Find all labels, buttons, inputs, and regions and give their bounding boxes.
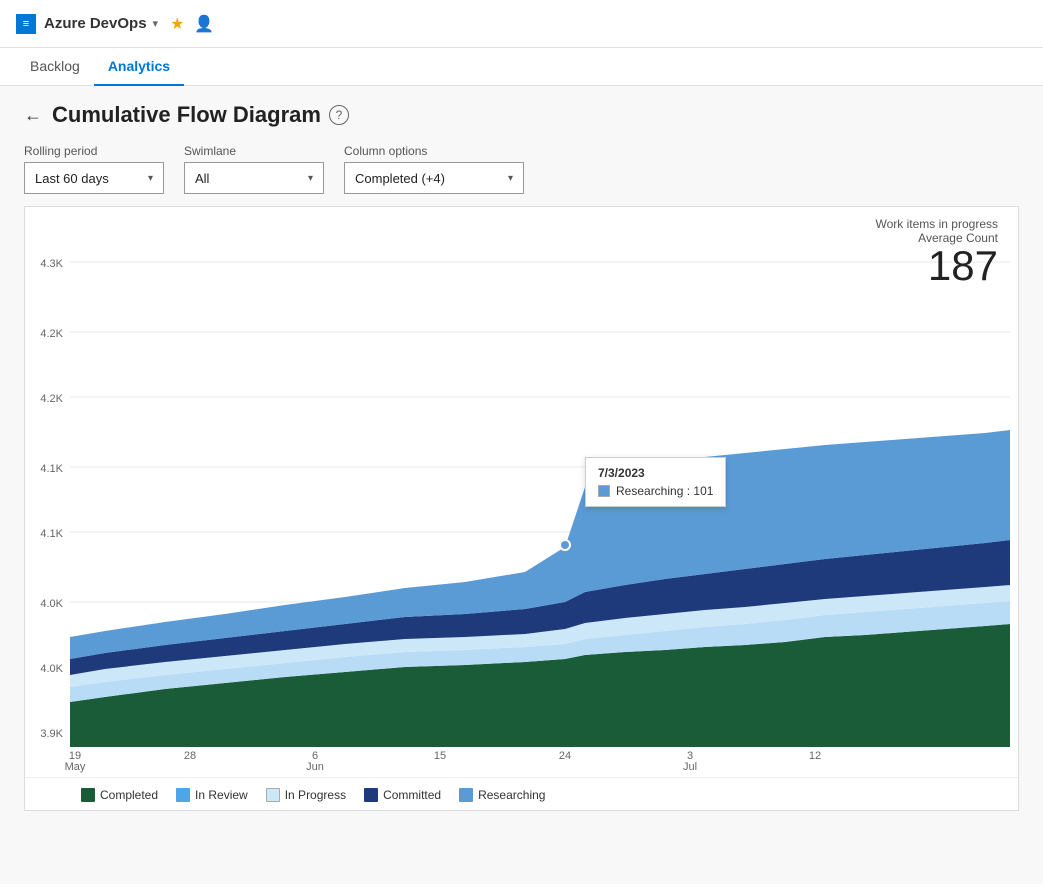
svg-text:4.3K: 4.3K [40, 258, 63, 270]
svg-text:12: 12 [809, 750, 821, 762]
nav-tabs: Backlog Analytics [0, 48, 1043, 86]
in-review-swatch [176, 788, 190, 802]
legend-researching: Researching [459, 788, 545, 802]
legend-completed: Completed [81, 788, 158, 802]
swimlane-select[interactable]: All ▾ [184, 162, 324, 194]
column-options-select[interactable]: Completed (+4) ▾ [344, 162, 524, 194]
tab-backlog[interactable]: Backlog [16, 48, 94, 86]
committed-label: Committed [383, 788, 441, 802]
legend-in-review: In Review [176, 788, 248, 802]
app-icon: ≡ [16, 14, 36, 34]
in-progress-swatch [266, 788, 280, 802]
svg-text:Jun: Jun [306, 761, 324, 773]
completed-swatch [81, 788, 95, 802]
page-title-row: ← Cumulative Flow Diagram ? [24, 102, 1019, 128]
stats-label1: Work items in progress [876, 217, 998, 231]
svg-text:3.9K: 3.9K [40, 728, 63, 740]
svg-text:4.2K: 4.2K [40, 328, 63, 340]
tooltip-dot [560, 540, 570, 550]
rolling-period-value: Last 60 days [35, 171, 109, 186]
legend-row: Completed In Review In Progress Committe… [25, 777, 1018, 810]
legend-in-progress: In Progress [266, 788, 346, 802]
chart-area: Work items in progress Average Count 187… [24, 206, 1019, 811]
swimlane-chevron: ▾ [308, 173, 313, 184]
legend-committed: Committed [364, 788, 441, 802]
svg-text:4.1K: 4.1K [40, 528, 63, 540]
committed-swatch [364, 788, 378, 802]
app-title: Azure DevOps [44, 15, 147, 32]
researching-swatch [459, 788, 473, 802]
in-progress-label: In Progress [285, 788, 346, 802]
rolling-period-label: Rolling period [24, 144, 164, 158]
stats-overlay: Work items in progress Average Count 187 [876, 217, 998, 287]
swimlane-group: Swimlane All ▾ [184, 144, 324, 194]
svg-text:May: May [65, 761, 86, 773]
svg-text:28: 28 [184, 750, 196, 762]
svg-text:Jul: Jul [683, 761, 697, 773]
tab-analytics[interactable]: Analytics [94, 48, 184, 86]
rolling-period-chevron: ▾ [148, 173, 153, 184]
svg-text:4.2K: 4.2K [40, 393, 63, 405]
researching-label: Researching [478, 788, 545, 802]
completed-label: Completed [100, 788, 158, 802]
person-icon[interactable]: 👤 [194, 14, 214, 34]
page-title: Cumulative Flow Diagram [52, 102, 321, 128]
app-chevron-icon[interactable]: ▾ [153, 17, 159, 30]
svg-text:4.1K: 4.1K [40, 463, 63, 475]
swimlane-value: All [195, 171, 209, 186]
rolling-period-group: Rolling period Last 60 days ▾ [24, 144, 164, 194]
svg-text:4.0K: 4.0K [40, 598, 63, 610]
svg-text:15: 15 [434, 750, 446, 762]
column-options-group: Column options Completed (+4) ▾ [344, 144, 524, 194]
stats-value: 187 [876, 245, 998, 287]
column-options-label: Column options [344, 144, 524, 158]
chart-svg: 4.3K 4.2K 4.2K 4.1K 4.1K 4.0K 4.0K 3.9K [25, 207, 1020, 777]
back-button[interactable]: ← [24, 105, 42, 126]
swimlane-label: Swimlane [184, 144, 324, 158]
help-icon[interactable]: ? [329, 105, 349, 125]
page-content: ← Cumulative Flow Diagram ? Rolling peri… [0, 86, 1043, 884]
column-options-value: Completed (+4) [355, 171, 445, 186]
svg-text:4.0K: 4.0K [40, 663, 63, 675]
app-header: ≡ Azure DevOps ▾ ★ 👤 [0, 0, 1043, 48]
svg-text:24: 24 [559, 750, 571, 762]
favorite-icon[interactable]: ★ [170, 14, 184, 34]
rolling-period-select[interactable]: Last 60 days ▾ [24, 162, 164, 194]
in-review-label: In Review [195, 788, 248, 802]
column-options-chevron: ▾ [508, 173, 513, 184]
filter-row: Rolling period Last 60 days ▾ Swimlane A… [24, 144, 1019, 194]
